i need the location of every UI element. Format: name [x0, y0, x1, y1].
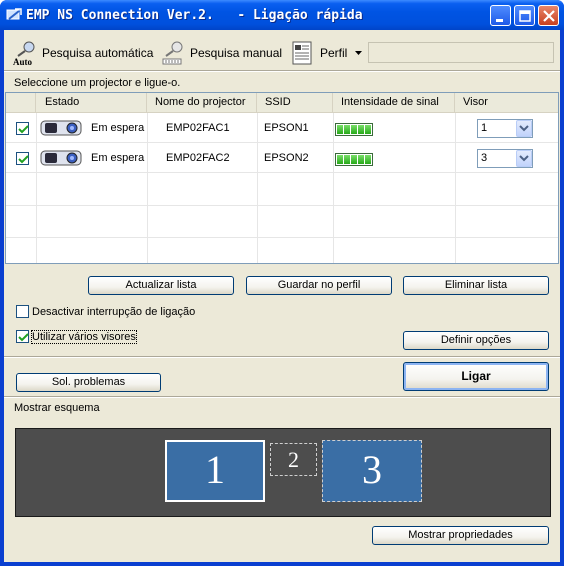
ssid-cell: EPSON2 [264, 152, 309, 164]
chevron-down-icon[interactable] [516, 120, 532, 137]
display-layout-panel[interactable]: 1 2 3 [15, 428, 551, 517]
empty-row [6, 174, 558, 206]
table-row[interactable]: Em espera EMP02FAC2 EPSON2 3 [6, 144, 558, 173]
display-select[interactable]: 3 [477, 149, 533, 168]
auto-search-button[interactable]: Auto Pesquisa automática [12, 40, 153, 66]
column-header-ssid[interactable]: SSID [257, 93, 333, 112]
disable-interrupt-label: Desactivar interrupção de ligação [32, 305, 196, 318]
checkmark-icon [18, 155, 29, 164]
checkmark-icon [18, 125, 29, 134]
auto-search-icon: Auto [13, 41, 35, 66]
title-bar[interactable]: EMP NS Connection Ver.2. - Ligação rápid… [0, 0, 564, 30]
profile-button[interactable]: Perfil [290, 40, 365, 66]
checkbox-box[interactable] [16, 330, 29, 343]
toolbar-separator [4, 70, 560, 72]
signal-bar [344, 155, 350, 164]
signal-bar [344, 125, 350, 134]
projector-list[interactable]: Estado Nome do projector SSID Intensidad… [5, 92, 559, 264]
set-options-button[interactable]: Definir opções [403, 331, 549, 350]
display-select-value: 3 [481, 152, 488, 164]
save-to-profile-button[interactable]: Guardar no perfil [246, 276, 392, 295]
minimize-button[interactable] [490, 5, 511, 26]
signal-bar [337, 155, 343, 164]
toolbar: Auto Pesquisa automática Pesquisa manual [4, 30, 560, 70]
section-separator [4, 396, 560, 398]
dropdown-arrow-icon[interactable] [353, 47, 365, 59]
layout-label: Mostrar esquema [14, 402, 100, 414]
manual-search-label: Pesquisa manual [190, 46, 283, 60]
projector-icon [40, 150, 82, 166]
instruction-text: Seleccione um projector e ligue-o. [14, 77, 181, 89]
display-2-number: 2 [288, 447, 299, 472]
column-header-name[interactable]: Nome do projector [147, 93, 257, 112]
refresh-list-button[interactable]: Actualizar lista [88, 276, 234, 295]
auto-search-label: Pesquisa automática [42, 46, 154, 60]
delete-list-button[interactable]: Eliminar lista [403, 276, 549, 295]
signal-bar [337, 125, 343, 134]
column-header-check[interactable] [6, 93, 36, 112]
manual-search-icon [162, 41, 183, 65]
row-checkbox[interactable] [16, 152, 29, 165]
profile-icon [292, 41, 312, 65]
close-icon [543, 10, 555, 22]
show-properties-button[interactable]: Mostrar propriedades [372, 526, 549, 545]
display-select[interactable]: 1 [477, 119, 533, 138]
connect-button[interactable]: Ligar [403, 362, 549, 391]
display-3[interactable]: 3 [322, 440, 422, 502]
signal-bar [365, 125, 371, 134]
status-cell: Em espera [91, 122, 145, 134]
signal-bar [358, 125, 364, 134]
section-separator [4, 356, 560, 358]
display-select-value: 1 [481, 122, 488, 134]
troubleshoot-button[interactable]: Sol. problemas [16, 373, 161, 392]
checkbox-box[interactable] [16, 305, 29, 318]
close-button[interactable] [538, 5, 559, 26]
profile-label: Perfil [320, 46, 348, 60]
chevron-down-icon[interactable] [516, 150, 532, 167]
row-checkbox[interactable] [16, 122, 29, 135]
minimize-icon [496, 19, 503, 22]
signal-bar [351, 155, 357, 164]
signal-strength-indicator [335, 153, 373, 166]
display-2[interactable]: 2 [270, 443, 317, 476]
status-cell: Em espera [91, 152, 145, 164]
signal-bar [365, 155, 371, 164]
manual-search-button[interactable]: Pesquisa manual [160, 40, 282, 66]
main-window: EMP NS Connection Ver.2. - Ligação rápid… [0, 0, 564, 566]
empty-row [6, 206, 558, 238]
column-header-signal[interactable]: Intensidade de sinal [333, 93, 455, 112]
projector-icon [40, 120, 82, 136]
multi-display-checkbox[interactable]: Utilizar vários visores [16, 329, 137, 344]
window-title: EMP NS Connection Ver.2. - Ligação rápid… [26, 8, 363, 23]
client-area: Auto Pesquisa automática Pesquisa manual [4, 30, 560, 562]
column-header-display[interactable]: Visor [455, 93, 558, 112]
disable-interrupt-checkbox[interactable]: Desactivar interrupção de ligação [16, 305, 195, 318]
multi-display-label: Utilizar vários visores [31, 329, 137, 344]
projector-name-cell: EMP02FAC2 [166, 152, 230, 164]
column-header-status[interactable]: Estado [36, 93, 147, 112]
signal-strength-indicator [335, 123, 373, 136]
svg-text:Auto: Auto [13, 57, 33, 66]
projector-name-cell: EMP02FAC1 [166, 122, 230, 134]
display-3-number: 3 [362, 447, 382, 492]
signal-bar [358, 155, 364, 164]
list-header: Estado Nome do projector SSID Intensidad… [6, 93, 558, 113]
signal-bar [351, 125, 357, 134]
maximize-icon [519, 10, 531, 22]
display-1[interactable]: 1 [165, 440, 265, 502]
ssid-cell: EPSON1 [264, 122, 309, 134]
display-1-number: 1 [205, 447, 225, 492]
emp-connection-icon [6, 8, 22, 20]
profile-select[interactable] [368, 42, 554, 63]
table-row[interactable]: Em espera EMP02FAC1 EPSON1 1 [6, 114, 558, 143]
maximize-button[interactable] [514, 5, 535, 26]
checkmark-icon [18, 333, 29, 342]
